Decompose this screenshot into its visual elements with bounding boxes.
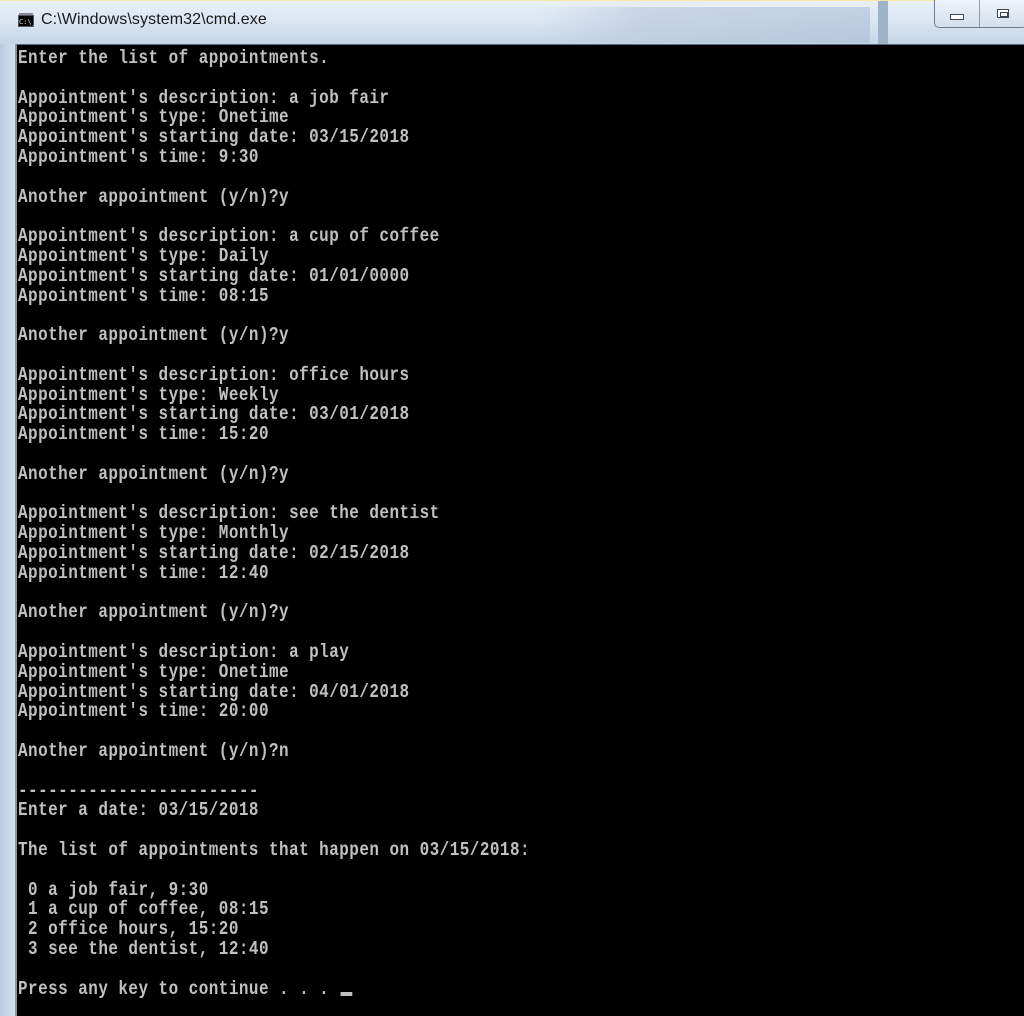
console-line: Appointment's description: a job fair bbox=[18, 86, 390, 109]
maximize-icon bbox=[997, 9, 1009, 18]
console-line: Appointment's type: Monthly bbox=[18, 522, 290, 545]
title-bar[interactable]: C:\_ C:\Windows\system32\cmd.exe bbox=[0, 0, 1024, 45]
title-bar-divider bbox=[878, 1, 888, 45]
window-title: C:\Windows\system32\cmd.exe bbox=[41, 11, 267, 28]
console-line: 3 see the dentist, 12:40 bbox=[18, 938, 269, 960]
console-line: Appointment's starting date: 03/01/2018 bbox=[18, 403, 410, 426]
minimize-button[interactable] bbox=[935, 0, 980, 27]
console-line: Appointment's time: 9:30 bbox=[18, 146, 259, 168]
console-line: Appointment's description: see the denti… bbox=[18, 502, 440, 525]
console-line: Another appointment (y/n)?n bbox=[18, 740, 290, 762]
console-line: Another appointment (y/n)?y bbox=[18, 185, 290, 208]
console-line: Appointment's time: 20:00 bbox=[18, 700, 269, 723]
maximize-button[interactable] bbox=[980, 0, 1024, 27]
console-line: Another appointment (y/n)?y bbox=[18, 324, 290, 347]
minimize-icon bbox=[950, 13, 964, 20]
window-frame-left bbox=[0, 44, 15, 1016]
text-cursor bbox=[340, 991, 353, 996]
cmd-window: C:\_ C:\Windows\system32\cmd.exe Enter t… bbox=[0, 0, 1024, 1016]
console-line: 2 office hours, 15:20 bbox=[18, 918, 239, 941]
console-line: Another appointment (y/n)?y bbox=[18, 601, 290, 624]
console-line: Enter a date: 03/15/2018 bbox=[18, 799, 259, 822]
window-controls bbox=[934, 0, 1024, 28]
console-line: ------------------------ bbox=[18, 779, 259, 802]
console-line: Appointment's starting date: 04/01/2018 bbox=[18, 680, 410, 703]
console-line: Press any key to continue . . . bbox=[18, 979, 353, 999]
console-line: Appointment's time: 08:15 bbox=[18, 284, 269, 307]
console-line: Appointment's description: office hours bbox=[18, 363, 410, 386]
console-line: 0 a job fair, 9:30 bbox=[18, 878, 209, 901]
console-line: Another appointment (y/n)?y bbox=[18, 462, 290, 485]
console-line: Appointment's type: Weekly bbox=[18, 383, 280, 406]
console-line: Appointment's type: Daily bbox=[18, 245, 269, 267]
console-line: Appointment's starting date: 02/15/2018 bbox=[18, 542, 410, 564]
console-line: The list of appointments that happen on … bbox=[18, 839, 531, 861]
console-line: Enter the list of appointments. bbox=[18, 47, 330, 69]
console-line: Appointment's starting date: 01/01/0000 bbox=[18, 264, 410, 287]
console-line: Appointment's type: Onetime bbox=[18, 106, 290, 129]
console-line: Appointment's time: 15:20 bbox=[18, 423, 269, 446]
console-line: Appointment's type: Onetime bbox=[18, 660, 290, 683]
cmd-icon[interactable]: C:\_ bbox=[18, 13, 36, 27]
console-line: Appointment's description: a cup of coff… bbox=[18, 225, 440, 248]
console-line: Appointment's time: 12:40 bbox=[18, 561, 269, 584]
taskbar-blur bbox=[540, 7, 870, 43]
console-line: Appointment's description: a play bbox=[18, 641, 350, 663]
console-line: 1 a cup of coffee, 08:15 bbox=[18, 898, 269, 921]
console-line: Appointment's starting date: 03/15/2018 bbox=[18, 126, 410, 149]
